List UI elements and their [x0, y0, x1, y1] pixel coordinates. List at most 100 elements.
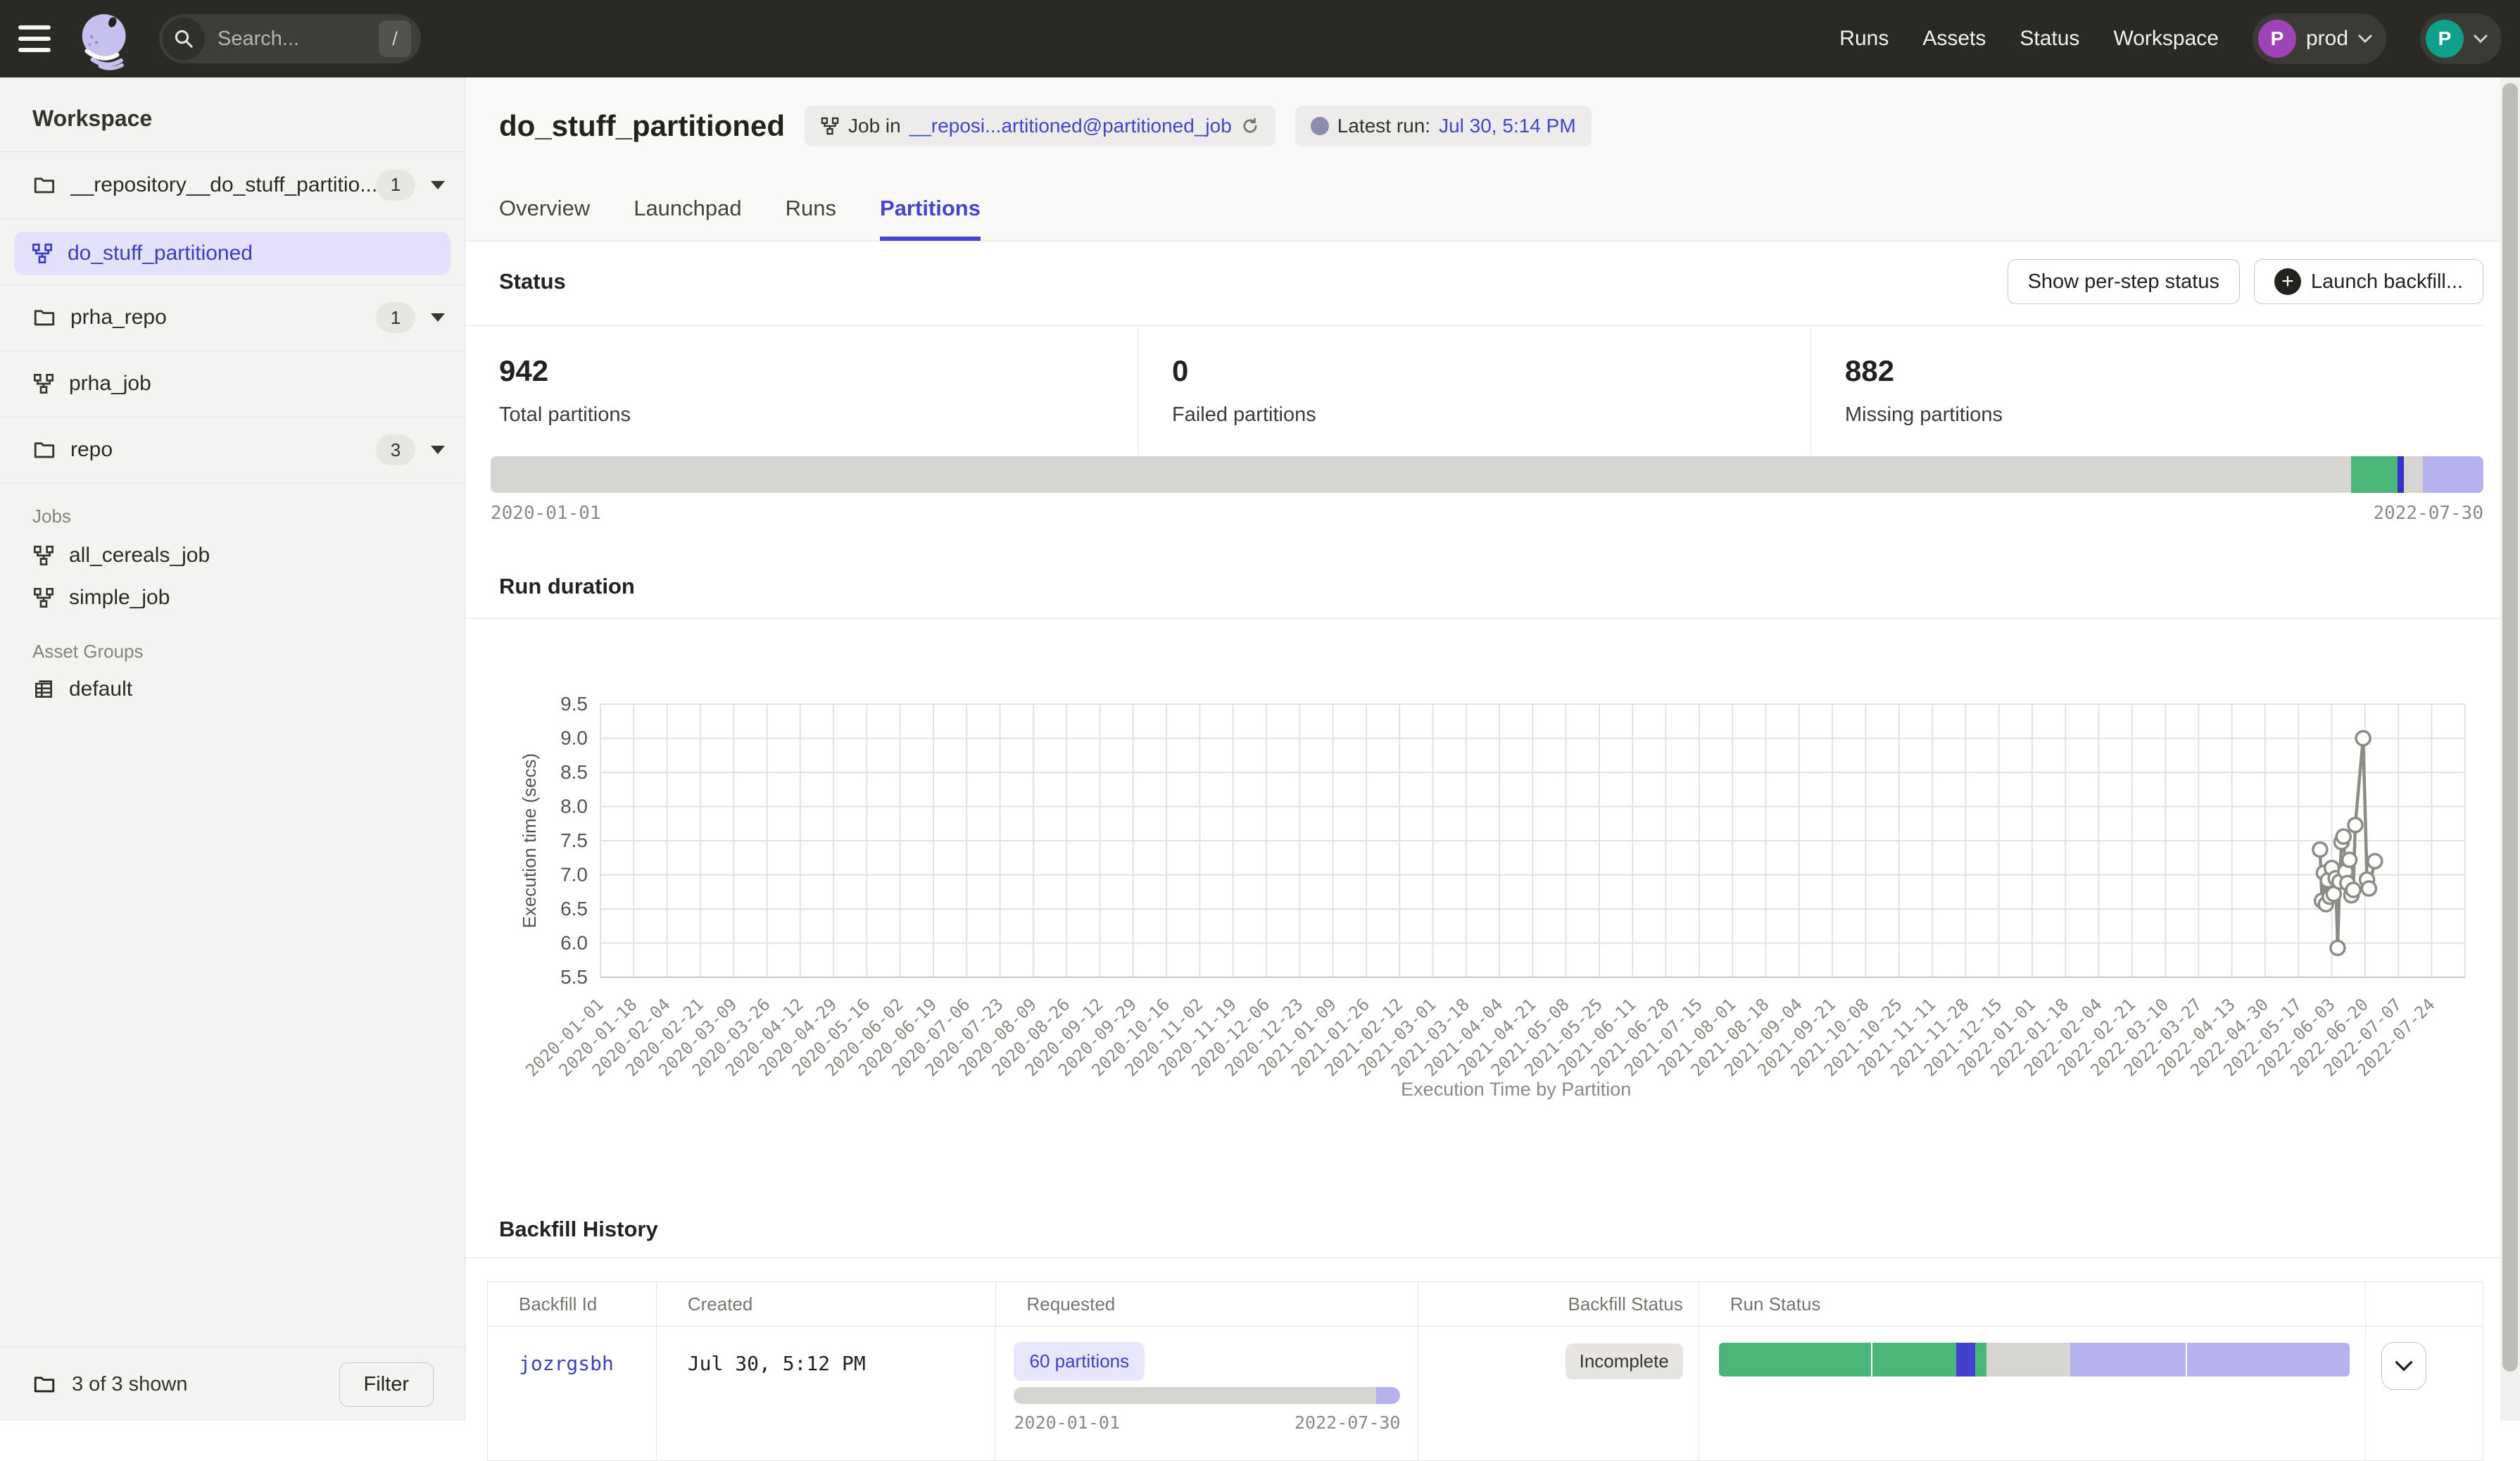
run-duration-chart[interactable]: 2020-01-012020-01-182020-02-042020-02-21… — [465, 618, 2520, 1111]
data-point[interactable] — [2313, 843, 2327, 857]
main-content: do_stuff_partitioned Job in __reposi...a… — [465, 77, 2520, 1421]
col-backfill-id: Backfill Id — [488, 1282, 657, 1326]
stat-label: Total partitions — [499, 403, 1138, 427]
nav-assets[interactable]: Assets — [1922, 27, 1986, 51]
sidebar-item-prha-repo[interactable]: prha_repo 1 — [0, 284, 465, 351]
data-point[interactable] — [2346, 883, 2360, 897]
sidebar-item-default-group[interactable]: default — [32, 677, 132, 701]
bar-segment — [2423, 456, 2483, 493]
user-menu[interactable]: P — [2420, 13, 2502, 64]
bar-segment — [2404, 456, 2423, 493]
job-icon — [32, 372, 55, 395]
repo-label: __repository__do_stuff_partitio... — [70, 173, 376, 197]
stat-failed-partitions: 0 Failed partitions — [1138, 326, 1811, 455]
bar-segment — [1376, 1387, 1400, 1404]
y-tick-label: 9.0 — [560, 727, 588, 749]
stat-value: 882 — [1845, 354, 2483, 388]
launch-backfill-button[interactable]: + Launch backfill... — [2254, 259, 2483, 304]
deployment-avatar: P — [2258, 20, 2296, 58]
scrollbar-thumb[interactable] — [2502, 83, 2518, 1372]
y-tick-label: 8.5 — [560, 761, 588, 783]
sidebar-item-do-stuff-partitioned[interactable]: do_stuff_partitioned — [14, 232, 451, 275]
y-axis-title: Execution time (secs) — [519, 753, 540, 929]
tab-launchpad[interactable]: Launchpad — [634, 196, 741, 241]
repo-label: repo — [70, 438, 113, 462]
stat-label: Missing partitions — [1845, 403, 2483, 427]
search-placeholder: Search... — [218, 27, 299, 51]
status-section-header: Status Show per-step status + Launch bac… — [499, 259, 2483, 304]
backfill-status-badge: Incomplete — [1565, 1343, 1683, 1379]
job-origin-pill: Job in __reposi...artitioned@partitioned… — [805, 106, 1275, 146]
top-navigation: Runs Assets Status Workspace P prod P — [1839, 13, 2520, 64]
expand-row-button[interactable] — [2381, 1342, 2426, 1390]
divider — [0, 483, 465, 484]
data-point[interactable] — [2348, 818, 2362, 832]
tab-partitions[interactable]: Partitions — [880, 196, 981, 241]
latest-run-link[interactable]: Jul 30, 5:14 PM — [1439, 115, 1576, 137]
x-axis-title: Execution Time by Partition — [1401, 1079, 1631, 1100]
folder-icon — [32, 438, 56, 462]
nav-workspace[interactable]: Workspace — [2113, 27, 2219, 51]
search-input[interactable]: Search... / — [159, 14, 421, 63]
nav-runs[interactable]: Runs — [1839, 27, 1889, 51]
data-point[interactable] — [2362, 882, 2376, 896]
chevron-down-icon[interactable] — [431, 313, 445, 322]
backfill-id-link[interactable]: jozrgsbh — [519, 1352, 614, 1375]
col-backfill-status: Backfill Status — [1418, 1282, 1699, 1326]
menu-icon[interactable] — [18, 25, 51, 52]
partition-status-bar[interactable] — [491, 456, 2483, 493]
backfill-table: Backfill Id Created Requested Backfill S… — [487, 1281, 2483, 1461]
filter-button[interactable]: Filter — [339, 1362, 434, 1407]
job-icon — [32, 544, 55, 567]
scrollbar-track[interactable] — [2500, 77, 2520, 1421]
tab-bar: Overview Launchpad Runs Partitions — [499, 196, 981, 241]
bar-segment — [1014, 1387, 1376, 1404]
repo-count-badge: 1 — [376, 170, 415, 201]
tab-runs[interactable]: Runs — [786, 196, 836, 241]
chevron-down-icon[interactable] — [431, 181, 445, 189]
sidebar-item-repo[interactable]: repo 3 — [0, 417, 465, 483]
status-section-title: Status — [499, 269, 566, 294]
partition-status-bar-wrap: 2020-01-01 2022-07-30 — [491, 456, 2483, 524]
job-label: do_stuff_partitioned — [68, 242, 253, 265]
run-duration-title: Run duration — [499, 574, 635, 599]
page-header: do_stuff_partitioned Job in __reposi...a… — [465, 77, 2520, 242]
data-point[interactable] — [2368, 854, 2382, 868]
sidebar-item-prha-job[interactable]: prha_job — [0, 351, 465, 417]
show-per-step-status-button[interactable]: Show per-step status — [2008, 259, 2240, 304]
sidebar-footer: 3 of 3 shown Filter — [0, 1347, 465, 1421]
deployment-label: prod — [2306, 27, 2348, 51]
job-icon — [820, 116, 840, 136]
sidebar-item-simple-job[interactable]: simple_job — [32, 586, 170, 610]
page-title: do_stuff_partitioned — [499, 109, 785, 143]
job-origin-link[interactable]: __reposi...artitioned@partitioned_job — [909, 115, 1232, 137]
latest-run-pill: Latest run: Jul 30, 5:14 PM — [1295, 106, 1592, 146]
stat-value: 0 — [1172, 354, 1810, 388]
plus-icon: + — [2274, 268, 2301, 295]
backfill-created: Jul 30, 5:12 PM — [688, 1352, 866, 1375]
folder-icon — [32, 173, 56, 197]
deployment-switcher[interactable]: P prod — [2253, 13, 2386, 64]
chevron-down-icon — [2395, 1360, 2413, 1372]
sidebar-item-all-cereals-job[interactable]: all_cereals_job — [32, 544, 210, 568]
chevron-down-icon[interactable] — [431, 446, 445, 454]
nav-status[interactable]: Status — [2020, 27, 2079, 51]
data-point[interactable] — [2343, 853, 2357, 867]
bar-segment — [2187, 1343, 2350, 1377]
run-status-bar[interactable] — [1719, 1343, 2350, 1377]
data-point[interactable] — [2331, 941, 2345, 955]
data-point[interactable] — [2356, 732, 2370, 746]
backfill-history-title: Backfill History — [499, 1217, 658, 1242]
requested-range-end: 2022-07-30 — [1294, 1412, 1401, 1433]
sidebar-item-repository-do-stuff[interactable]: __repository__do_stuff_partitio... 1 — [0, 151, 465, 218]
search-shortcut-badge: / — [379, 20, 411, 57]
tab-overview[interactable]: Overview — [499, 196, 590, 241]
requested-partitions-pill[interactable]: 60 partitions — [1014, 1342, 1145, 1381]
launch-backfill-label: Launch backfill... — [2311, 270, 2463, 294]
reload-icon[interactable] — [1240, 116, 1260, 136]
data-point[interactable] — [2336, 829, 2350, 844]
job-origin-prefix: Job in — [848, 115, 901, 137]
bar-segment — [1975, 1343, 1986, 1377]
col-created: Created — [657, 1282, 996, 1326]
search-icon — [163, 18, 205, 60]
